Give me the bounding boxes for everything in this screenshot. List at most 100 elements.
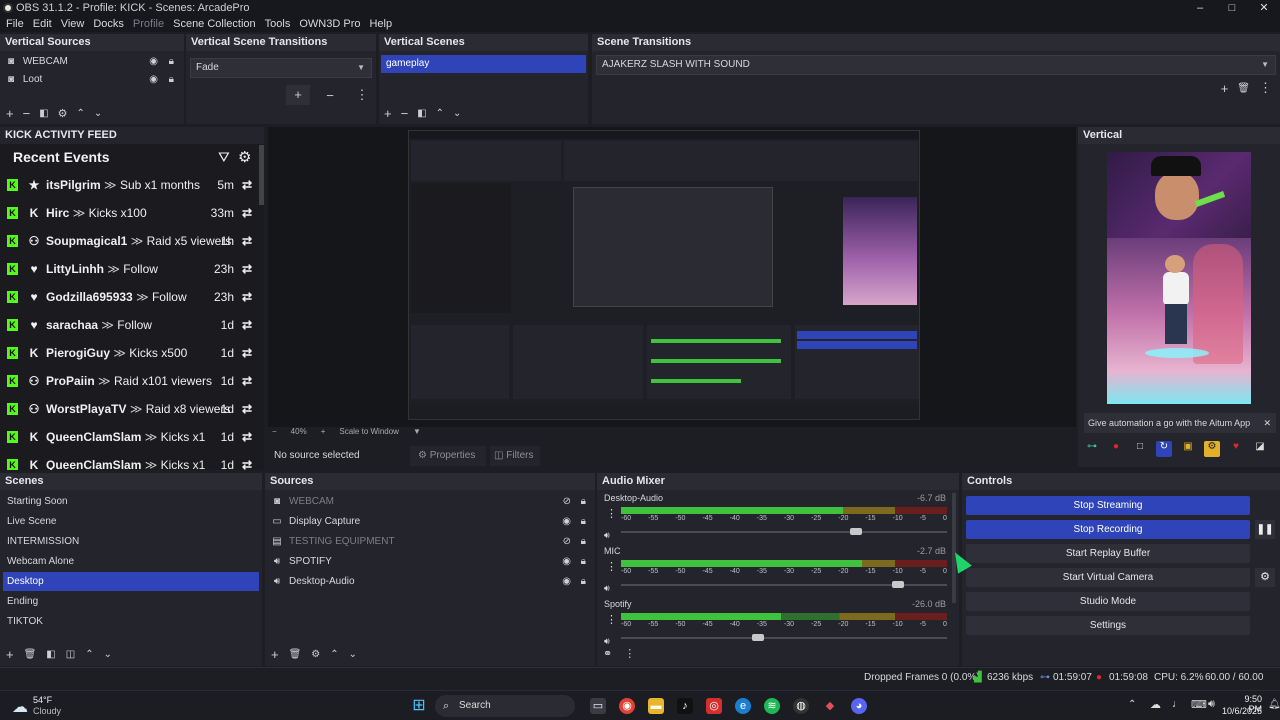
feed-event-row[interactable]: K ⚇ ProPaiin ≫ Raid x101 viewers 1d ⇄: [0, 367, 258, 395]
replay-icon[interactable]: ⇄: [242, 451, 252, 470]
chevron-down-icon[interactable]: ▼: [413, 427, 421, 436]
move-down-icon[interactable]: ⌄: [94, 108, 102, 119]
close-icon[interactable]: ✕: [1263, 413, 1271, 433]
feed-event-row[interactable]: K K PierogiGuy ≫ Kicks x500 1d ⇄: [0, 339, 258, 367]
scene-item[interactable]: INTERMISSION: [3, 532, 259, 551]
chevron-up-icon[interactable]: ⌃: [1128, 699, 1136, 710]
source-item[interactable]: 🔊︎ SPOTIFY ◉ 🔒︎: [265, 552, 595, 571]
scene-item[interactable]: Desktop: [3, 572, 259, 591]
more-menu-icon[interactable]: ⋮: [1259, 80, 1272, 96]
start-virtual-camera-button[interactable]: Start Virtual Camera: [966, 568, 1250, 587]
replay-icon[interactable]: ⇄: [242, 395, 252, 423]
menu-view[interactable]: View: [61, 18, 85, 30]
chrome-icon[interactable]: ◉: [619, 698, 635, 714]
vertical-source-item[interactable]: ◙ Loot ◉ 🔒︎: [0, 71, 184, 88]
source-item[interactable]: ▭ Display Capture ◉ 🔒︎: [265, 512, 595, 531]
vertical-scene-item[interactable]: gameplay: [381, 55, 586, 73]
close-button[interactable]: ✕: [1248, 0, 1280, 16]
scene-item[interactable]: TIKTOK: [3, 612, 259, 631]
chat-icon[interactable]: ◪: [1252, 441, 1268, 457]
source-item[interactable]: ◙ WEBCAM ⊘ 🔒︎: [265, 492, 595, 511]
add-icon[interactable]: +: [384, 106, 392, 121]
tiktok-icon[interactable]: ♪: [677, 698, 693, 714]
move-up-icon[interactable]: ⌃: [85, 649, 93, 660]
eye-icon[interactable]: ◉: [562, 552, 571, 571]
lock-icon[interactable]: 🔒︎: [581, 492, 586, 511]
pause-recording-button[interactable]: ❚❚: [1255, 520, 1275, 539]
scene-item[interactable]: Live Scene: [3, 512, 259, 531]
more-menu-icon[interactable]: ⋮: [606, 613, 617, 626]
move-down-icon[interactable]: ⌄: [349, 649, 357, 660]
folder-icon[interactable]: ▣: [1180, 441, 1196, 457]
add-icon[interactable]: +: [6, 647, 14, 662]
more-menu-icon[interactable]: ⋮: [624, 647, 635, 660]
network-icon[interactable]: ⌨: [1191, 698, 1207, 711]
volume-slider-handle[interactable]: [849, 528, 862, 535]
replay-icon[interactable]: ↻: [1156, 441, 1172, 457]
file-explorer-icon[interactable]: ▬: [648, 698, 664, 714]
map-pin-icon[interactable]: ◆: [822, 698, 838, 714]
menu-profile[interactable]: Profile: [133, 18, 164, 30]
filters-button[interactable]: ◫ Filters: [490, 446, 540, 466]
app-icon[interactable]: ◎: [706, 698, 722, 714]
scene-item[interactable]: Ending: [3, 592, 259, 611]
menu-edit[interactable]: Edit: [33, 18, 52, 30]
move-down-icon[interactable]: ⌄: [104, 649, 112, 660]
trash-icon[interactable]: 🗑︎: [24, 649, 37, 660]
lock-icon[interactable]: 🔒︎: [581, 512, 586, 531]
remove-icon[interactable]: −: [318, 88, 342, 103]
remove-icon[interactable]: −: [23, 106, 31, 121]
lock-icon[interactable]: 🔒︎: [581, 552, 586, 571]
eye-icon[interactable]: ◉: [149, 53, 158, 70]
replay-icon[interactable]: ⇄: [242, 367, 252, 395]
feed-event-row[interactable]: K K QueenClamSlam ≫ Kicks x1 1d ⇄: [0, 423, 258, 451]
trash-icon[interactable]: 🗑︎: [289, 649, 302, 660]
properties-icon[interactable]: ◧: [39, 108, 48, 119]
replay-icon[interactable]: ⇄: [242, 227, 252, 255]
feed-event-row[interactable]: K ⚇ Soupmagical1 ≫ Raid x5 viewers 1h ⇄: [0, 227, 258, 255]
link-icon[interactable]: ⚭: [603, 647, 612, 660]
minimize-button[interactable]: –: [1184, 0, 1216, 16]
record-icon[interactable]: ●: [1108, 441, 1124, 457]
lock-icon[interactable]: 🔒︎: [581, 572, 586, 591]
lock-icon[interactable]: 🔒︎: [581, 532, 586, 551]
stop-icon[interactable]: □: [1132, 441, 1148, 457]
speaker-icon[interactable]: 🔊︎: [604, 530, 610, 541]
add-icon[interactable]: +: [1221, 81, 1229, 96]
taskbar-search[interactable]: ⌕ Search: [435, 695, 575, 717]
scrollbar[interactable]: [259, 145, 264, 205]
add-icon[interactable]: +: [271, 647, 279, 662]
task-view-icon[interactable]: ▭: [590, 698, 606, 714]
menu-own3d-pro[interactable]: OWN3D Pro: [299, 18, 360, 30]
menu-docks[interactable]: Docks: [93, 18, 124, 30]
settings-icon[interactable]: ⚙: [1204, 441, 1220, 457]
windows-start-icon[interactable]: ⊞: [411, 698, 427, 714]
vertical-source-item[interactable]: ◙ WEBCAM ◉ 🔒︎: [0, 53, 184, 70]
trash-icon[interactable]: 🗑︎: [1237, 83, 1250, 94]
vertical-preview-canvas[interactable]: [1107, 152, 1251, 404]
obs-icon[interactable]: ◍: [793, 698, 809, 714]
move-up-icon[interactable]: ⌃: [330, 649, 338, 660]
scale-mode[interactable]: Scale to Window: [339, 427, 399, 436]
speaker-icon[interactable]: 🔊︎: [604, 583, 610, 594]
volume-slider[interactable]: [621, 634, 947, 641]
more-menu-icon[interactable]: ⋮: [606, 560, 617, 573]
remove-icon[interactable]: −: [401, 106, 409, 121]
properties-button[interactable]: ⚙ Properties: [410, 446, 486, 466]
eye-icon[interactable]: ◉: [149, 71, 158, 88]
menu-help[interactable]: Help: [369, 18, 392, 30]
lock-icon[interactable]: 🔒︎: [169, 71, 174, 88]
replay-icon[interactable]: ⇄: [242, 255, 252, 283]
microphone-icon[interactable]: ♩: [1172, 698, 1183, 710]
feed-event-row[interactable]: K ♥ Godzilla695933 ≫ Follow 23h ⇄: [0, 283, 258, 311]
settings-button[interactable]: Settings: [966, 616, 1250, 635]
stop-streaming-button[interactable]: Stop Streaming: [966, 496, 1250, 515]
move-up-icon[interactable]: ⌃: [436, 108, 444, 119]
feed-event-row[interactable]: K ♥ sarachaa ≫ Follow 1d ⇄: [0, 311, 258, 339]
replay-icon[interactable]: ⇄: [242, 199, 252, 227]
eye-icon[interactable]: ◉: [562, 572, 571, 591]
edge-icon[interactable]: e: [735, 698, 751, 714]
volume-slider-handle[interactable]: [892, 581, 905, 588]
eye-hidden-icon[interactable]: ⊘: [563, 492, 571, 511]
replay-icon[interactable]: ⇄: [242, 339, 252, 367]
